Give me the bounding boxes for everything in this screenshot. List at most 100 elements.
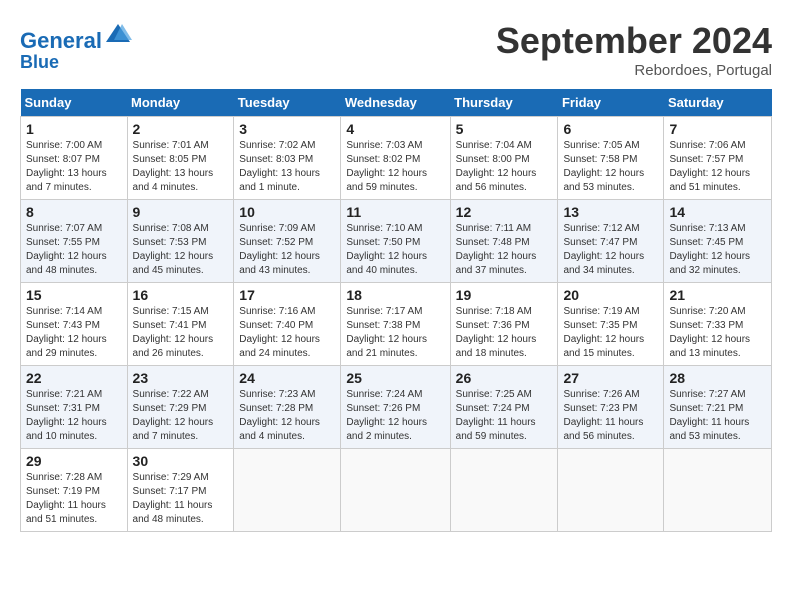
calendar-cell: 29 Sunrise: 7:28 AM Sunset: 7:19 PM Dayli… — [21, 449, 128, 532]
day-detail: Sunrise: 7:24 AM Sunset: 7:26 PM Dayligh… — [346, 388, 444, 444]
calendar-cell: 18 Sunrise: 7:17 AM Sunset: 7:38 PM Dayli… — [341, 283, 450, 366]
day-number: 30 — [133, 453, 229, 469]
calendar-cell: 15 Sunrise: 7:14 AM Sunset: 7:43 PM Dayli… — [21, 283, 128, 366]
day-detail: Sunrise: 7:21 AM Sunset: 7:31 PM Dayligh… — [26, 388, 122, 444]
calendar-cell — [558, 449, 664, 532]
col-header-monday: Monday — [127, 89, 234, 117]
day-number: 10 — [239, 204, 335, 220]
calendar-cell: 20 Sunrise: 7:19 AM Sunset: 7:35 PM Dayli… — [558, 283, 664, 366]
day-detail: Sunrise: 7:09 AM Sunset: 7:52 PM Dayligh… — [239, 222, 335, 278]
calendar-cell: 12Sunrise: 7:11 AM Sunset: 7:48 PM Dayli… — [450, 200, 558, 283]
day-detail: Sunrise: 7:25 AM Sunset: 7:24 PM Dayligh… — [456, 388, 553, 444]
day-number: 1 — [26, 121, 122, 137]
calendar-cell — [450, 449, 558, 532]
calendar-cell: 11Sunrise: 7:10 AM Sunset: 7:50 PM Dayli… — [341, 200, 450, 283]
calendar-cell: 10 Sunrise: 7:09 AM Sunset: 7:52 PM Dayli… — [234, 200, 341, 283]
calendar-cell: 6Sunrise: 7:05 AM Sunset: 7:58 PM Daylig… — [558, 117, 664, 200]
calendar-cell: 16Sunrise: 7:15 AM Sunset: 7:41 PM Dayli… — [127, 283, 234, 366]
day-number: 20 — [563, 287, 658, 303]
day-detail: Sunrise: 7:18 AM Sunset: 7:36 PM Dayligh… — [456, 305, 553, 361]
day-detail: Sunrise: 7:02 AM Sunset: 8:03 PM Dayligh… — [239, 139, 335, 195]
calendar-week-4: 22 Sunrise: 7:21 AM Sunset: 7:31 PM Dayli… — [21, 366, 772, 449]
calendar-cell: 30 Sunrise: 7:29 AM Sunset: 7:17 PM Dayli… — [127, 449, 234, 532]
logo-general: General — [20, 28, 102, 53]
day-number: 23 — [133, 370, 229, 386]
month-title: September 2024 — [496, 20, 772, 62]
calendar-week-1: 1 Sunrise: 7:00 AM Sunset: 8:07 PM Daylig… — [21, 117, 772, 200]
logo: General Blue — [20, 20, 132, 73]
calendar-cell: 9 Sunrise: 7:08 AM Sunset: 7:53 PM Daylig… — [127, 200, 234, 283]
calendar-cell — [341, 449, 450, 532]
day-number: 24 — [239, 370, 335, 386]
day-number: 26 — [456, 370, 553, 386]
calendar-cell: 21Sunrise: 7:20 AM Sunset: 7:33 PM Dayli… — [664, 283, 772, 366]
calendar-cell — [234, 449, 341, 532]
col-header-sunday: Sunday — [21, 89, 128, 117]
day-detail: Sunrise: 7:28 AM Sunset: 7:19 PM Dayligh… — [26, 471, 122, 527]
day-number: 25 — [346, 370, 444, 386]
calendar-cell: 17 Sunrise: 7:16 AM Sunset: 7:40 PM Dayli… — [234, 283, 341, 366]
day-number: 13 — [563, 204, 658, 220]
col-header-wednesday: Wednesday — [341, 89, 450, 117]
page-header: General Blue September 2024 Rebordoes, P… — [20, 20, 772, 79]
day-number: 6 — [563, 121, 658, 137]
calendar-cell: 8 Sunrise: 7:07 AM Sunset: 7:55 PM Daylig… — [21, 200, 128, 283]
day-detail: Sunrise: 7:17 AM Sunset: 7:38 PM Dayligh… — [346, 305, 444, 361]
day-detail: Sunrise: 7:29 AM Sunset: 7:17 PM Dayligh… — [133, 471, 229, 527]
day-detail: Sunrise: 7:26 AM Sunset: 7:23 PM Dayligh… — [563, 388, 658, 444]
day-detail: Sunrise: 7:14 AM Sunset: 7:43 PM Dayligh… — [26, 305, 122, 361]
column-headers: SundayMondayTuesdayWednesdayThursdayFrid… — [21, 89, 772, 117]
calendar-cell: 28 Sunrise: 7:27 AM Sunset: 7:21 PM Dayli… — [664, 366, 772, 449]
day-number: 22 — [26, 370, 122, 386]
day-detail: Sunrise: 7:13 AM Sunset: 7:45 PM Dayligh… — [669, 222, 766, 278]
day-detail: Sunrise: 7:06 AM Sunset: 7:57 PM Dayligh… — [669, 139, 766, 195]
calendar-cell: 22 Sunrise: 7:21 AM Sunset: 7:31 PM Dayli… — [21, 366, 128, 449]
calendar-cell: 2Sunrise: 7:01 AM Sunset: 8:05 PM Daylig… — [127, 117, 234, 200]
day-detail: Sunrise: 7:10 AM Sunset: 7:50 PM Dayligh… — [346, 222, 444, 278]
calendar-week-2: 8 Sunrise: 7:07 AM Sunset: 7:55 PM Daylig… — [21, 200, 772, 283]
logo-blue: Blue — [20, 53, 132, 73]
calendar-cell: 7 Sunrise: 7:06 AM Sunset: 7:57 PM Daylig… — [664, 117, 772, 200]
day-detail: Sunrise: 7:07 AM Sunset: 7:55 PM Dayligh… — [26, 222, 122, 278]
calendar-table: SundayMondayTuesdayWednesdayThursdayFrid… — [20, 89, 772, 532]
day-number: 27 — [563, 370, 658, 386]
day-detail: Sunrise: 7:27 AM Sunset: 7:21 PM Dayligh… — [669, 388, 766, 444]
day-detail: Sunrise: 7:08 AM Sunset: 7:53 PM Dayligh… — [133, 222, 229, 278]
calendar-cell: 14 Sunrise: 7:13 AM Sunset: 7:45 PM Dayli… — [664, 200, 772, 283]
logo-text: General — [20, 20, 132, 53]
day-number: 29 — [26, 453, 122, 469]
day-number: 28 — [669, 370, 766, 386]
day-number: 3 — [239, 121, 335, 137]
calendar-cell: 3 Sunrise: 7:02 AM Sunset: 8:03 PM Daylig… — [234, 117, 341, 200]
col-header-friday: Friday — [558, 89, 664, 117]
day-detail: Sunrise: 7:12 AM Sunset: 7:47 PM Dayligh… — [563, 222, 658, 278]
day-number: 17 — [239, 287, 335, 303]
day-number: 14 — [669, 204, 766, 220]
day-number: 12 — [456, 204, 553, 220]
day-detail: Sunrise: 7:16 AM Sunset: 7:40 PM Dayligh… — [239, 305, 335, 361]
calendar-week-3: 15 Sunrise: 7:14 AM Sunset: 7:43 PM Dayli… — [21, 283, 772, 366]
col-header-saturday: Saturday — [664, 89, 772, 117]
calendar-cell: 5Sunrise: 7:04 AM Sunset: 8:00 PM Daylig… — [450, 117, 558, 200]
calendar-cell: 24 Sunrise: 7:23 AM Sunset: 7:28 PM Dayli… — [234, 366, 341, 449]
day-number: 16 — [133, 287, 229, 303]
day-detail: Sunrise: 7:19 AM Sunset: 7:35 PM Dayligh… — [563, 305, 658, 361]
day-number: 18 — [346, 287, 444, 303]
logo-icon — [104, 20, 132, 48]
day-number: 4 — [346, 121, 444, 137]
day-number: 15 — [26, 287, 122, 303]
calendar-cell — [664, 449, 772, 532]
location: Rebordoes, Portugal — [496, 62, 772, 79]
day-detail: Sunrise: 7:00 AM Sunset: 8:07 PM Dayligh… — [26, 139, 122, 195]
day-number: 9 — [133, 204, 229, 220]
day-number: 7 — [669, 121, 766, 137]
calendar-cell: 23Sunrise: 7:22 AM Sunset: 7:29 PM Dayli… — [127, 366, 234, 449]
calendar-cell: 13 Sunrise: 7:12 AM Sunset: 7:47 PM Dayli… — [558, 200, 664, 283]
calendar-week-5: 29 Sunrise: 7:28 AM Sunset: 7:19 PM Dayli… — [21, 449, 772, 532]
calendar-cell: 27 Sunrise: 7:26 AM Sunset: 7:23 PM Dayli… — [558, 366, 664, 449]
day-number: 21 — [669, 287, 766, 303]
col-header-thursday: Thursday — [450, 89, 558, 117]
day-number: 8 — [26, 204, 122, 220]
day-detail: Sunrise: 7:23 AM Sunset: 7:28 PM Dayligh… — [239, 388, 335, 444]
day-detail: Sunrise: 7:03 AM Sunset: 8:02 PM Dayligh… — [346, 139, 444, 195]
